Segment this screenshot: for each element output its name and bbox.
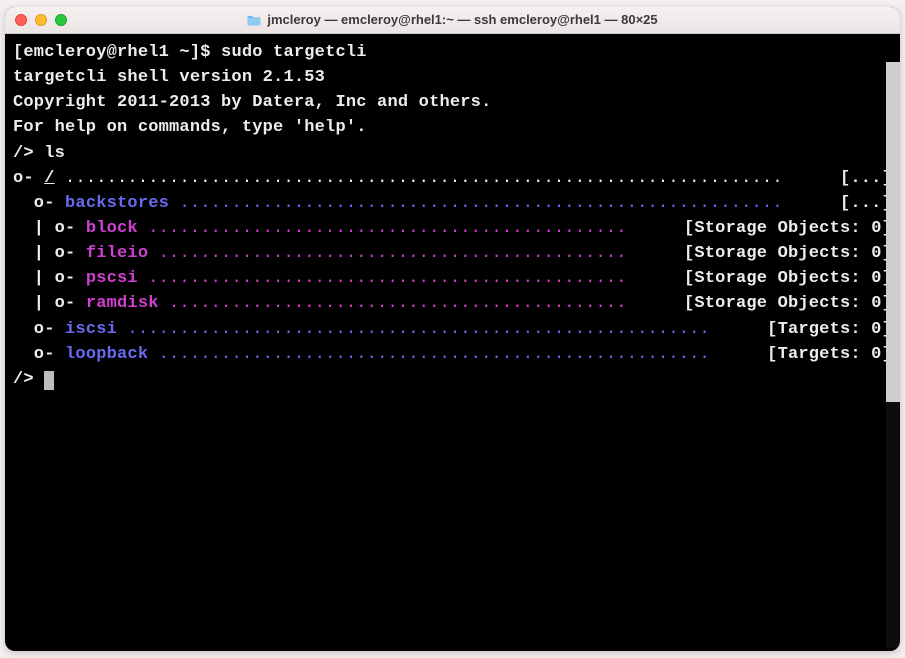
tree-ramdisk: | o- ramdisk ...........................… xyxy=(13,291,892,316)
scrollbar-track[interactable] xyxy=(886,62,900,648)
window-title: jmcleroy — emcleroy@rhel1:~ — ssh emcler… xyxy=(5,12,900,27)
tree-block: | o- block .............................… xyxy=(13,216,892,241)
prompt-text: /> xyxy=(13,144,44,163)
tree-root: o- / ...................................… xyxy=(13,166,892,191)
window-titlebar[interactable]: jmcleroy — emcleroy@rhel1:~ — ssh emcler… xyxy=(5,7,900,34)
prompt-line-2: /> ls xyxy=(13,141,892,166)
traffic-lights xyxy=(15,14,67,26)
scrollbar-thumb[interactable] xyxy=(886,62,900,402)
prompt-text: /> xyxy=(13,370,44,389)
terminal-body[interactable]: [emcleroy@rhel1 ~]$ sudo targetcli targe… xyxy=(5,34,900,398)
tree-fileio: | o- fileio ............................… xyxy=(13,241,892,266)
prompt-line-3[interactable]: /> xyxy=(13,367,892,392)
welcome-line-3: For help on commands, type 'help'. xyxy=(13,115,892,140)
welcome-line-2: Copyright 2011-2013 by Datera, Inc and o… xyxy=(13,90,892,115)
command-text: sudo targetcli xyxy=(221,43,367,62)
tree-backstores: o- backstores ..........................… xyxy=(13,191,892,216)
welcome-line-1: targetcli shell version 2.1.53 xyxy=(13,65,892,90)
terminal-window: jmcleroy — emcleroy@rhel1:~ — ssh emcler… xyxy=(5,7,900,651)
cursor-icon xyxy=(44,371,54,390)
prompt-text: [emcleroy@rhel1 ~]$ xyxy=(13,43,221,62)
maximize-icon[interactable] xyxy=(55,14,67,26)
window-title-text: jmcleroy — emcleroy@rhel1:~ — ssh emcler… xyxy=(267,12,657,27)
tree-pscsi: | o- pscsi .............................… xyxy=(13,266,892,291)
tree-loopback: o- loopback ............................… xyxy=(13,342,892,367)
minimize-icon[interactable] xyxy=(35,14,47,26)
command-text: ls xyxy=(44,144,65,163)
terminal-content[interactable]: [emcleroy@rhel1 ~]$ sudo targetcli targe… xyxy=(5,34,900,651)
prompt-line-1: [emcleroy@rhel1 ~]$ sudo targetcli xyxy=(13,40,892,65)
folder-icon xyxy=(247,14,261,26)
close-icon[interactable] xyxy=(15,14,27,26)
tree-iscsi: o- iscsi ...............................… xyxy=(13,317,892,342)
